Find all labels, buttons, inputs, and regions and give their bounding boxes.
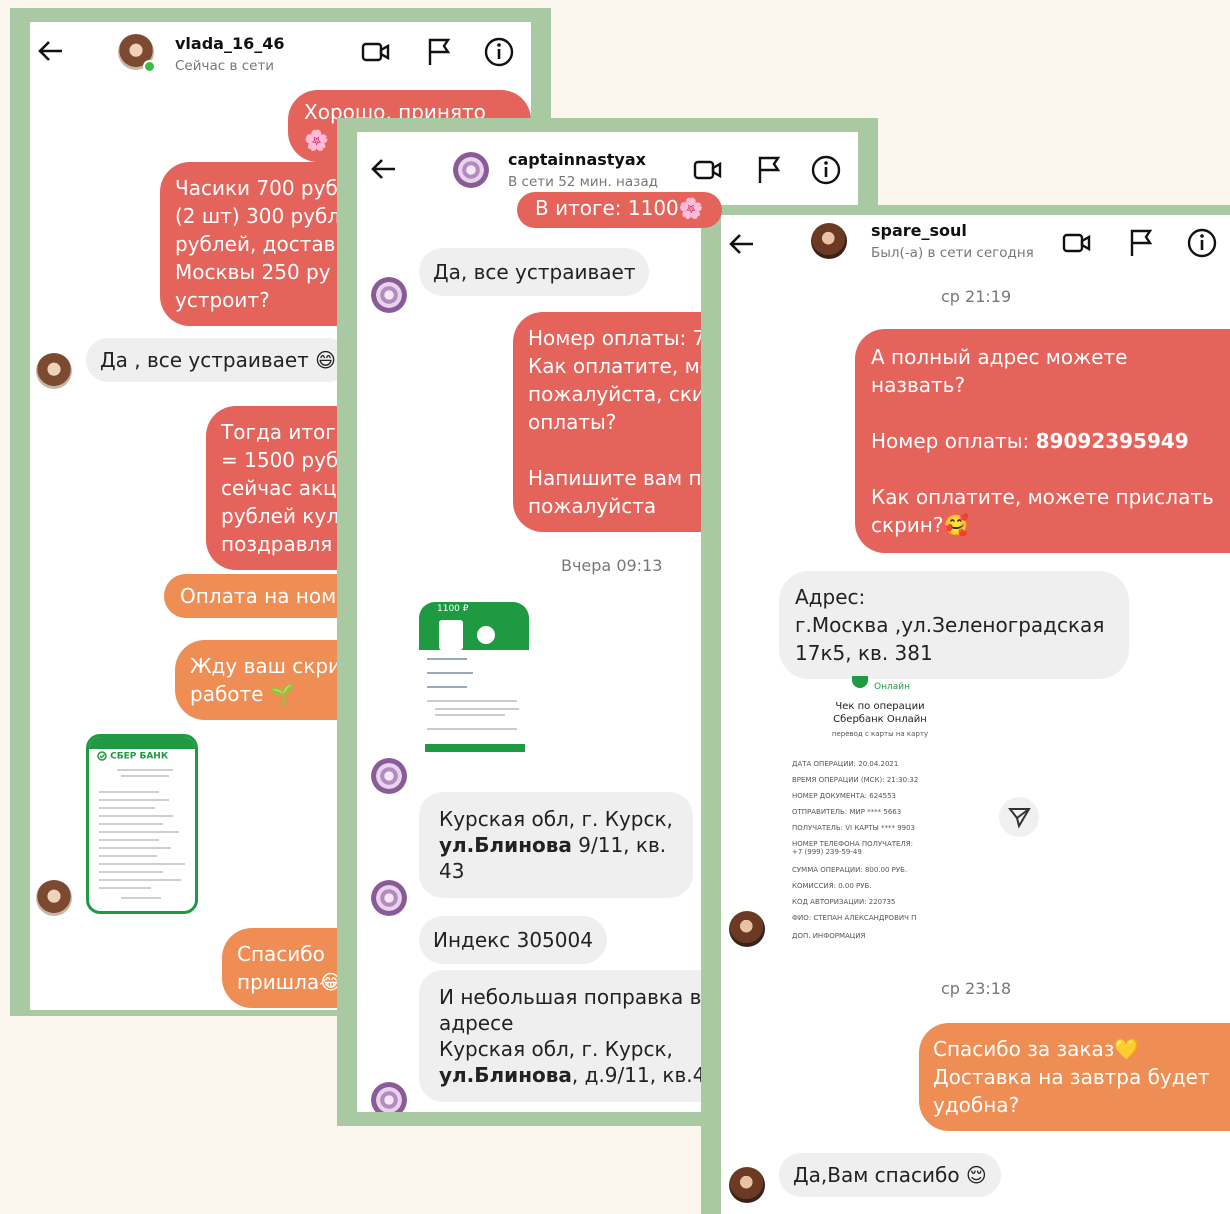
back-arrow-icon[interactable]: [34, 34, 68, 68]
chat-username[interactable]: vlada_16_46: [175, 34, 285, 53]
receipt-row: ОТПРАВИТЕЛЬ: МИР **** 5663: [792, 808, 902, 816]
timestamp: ср 23:18: [941, 979, 1012, 998]
receipt-row: +7 (999) 239-59-49: [792, 848, 862, 856]
message-received[interactable]: Индекс 305004: [419, 916, 607, 964]
receipt-row: КОМИССИЯ: 0.00 РУБ.: [792, 882, 872, 890]
check-circle-icon: [477, 626, 495, 644]
avatar: [36, 353, 72, 389]
chat-username[interactable]: captainnastyax: [508, 150, 646, 169]
avatar: [371, 1082, 407, 1112]
receipt-row: ДАТА ОПЕРАЦИИ: 20.04.2021: [792, 760, 899, 768]
video-call-icon[interactable]: [692, 154, 724, 186]
message-sent[interactable]: Спасибо за заказ💛 Доставка на завтра буд…: [919, 1023, 1230, 1131]
payment-screenshot[interactable]: 1100 ₽: [419, 602, 529, 752]
avatar[interactable]: [453, 152, 489, 188]
info-icon[interactable]: [1186, 227, 1218, 259]
avatar: [729, 1167, 765, 1203]
avatar[interactable]: [811, 223, 847, 259]
avatar: [36, 880, 72, 916]
report-flag-icon[interactable]: [1125, 227, 1157, 259]
chat-header: captainnastyax В сети 52 мин. назад: [357, 132, 858, 192]
receipt-row: НОМЕР ДОКУМЕНТА: 624553: [792, 792, 896, 800]
receipt-brand: Онлайн: [874, 682, 910, 692]
chat-status: В сети 52 мин. назад: [508, 174, 658, 190]
avatar: [371, 758, 407, 794]
message-sent[interactable]: В итоге: 1100🌸: [517, 192, 722, 228]
message-received[interactable]: Курская обл, г. Курск, ул.Блинова 9/11, к…: [419, 792, 693, 898]
receipt-row: ФИО: СТЕПАН АЛЕКСАНДРОВИЧ П: [792, 914, 917, 922]
avatar: [371, 880, 407, 916]
info-icon[interactable]: [483, 36, 515, 68]
receipt-row: ВРЕМЯ ОПЕРАЦИИ (МСК): 21:30:32: [792, 776, 919, 784]
chat-status: Был(-а) в сети сегодня: [871, 245, 1034, 261]
message-sent[interactable]: А полный адрес можете назвать? Номер опла…: [855, 329, 1230, 553]
message-received[interactable]: Да , все устраивает 😄: [86, 338, 351, 382]
report-flag-icon[interactable]: [753, 154, 785, 186]
receipt-subtitle: перевод с карты на карту: [831, 730, 929, 738]
report-flag-icon[interactable]: [423, 36, 455, 68]
receipt-image[interactable]: Онлайн Чек по операции Сбербанк Онлайн п…: [779, 676, 985, 943]
chat-header: vlada_16_46 Сейчас в сети: [30, 22, 531, 88]
chat-screen: spare_soul Был(-а) в сети сегодня ср 21:…: [721, 215, 1230, 1214]
info-icon[interactable]: [810, 154, 842, 186]
timestamp: Вчера 09:13: [561, 556, 663, 575]
sberbank-logo: СБЕР БАНК: [97, 751, 168, 762]
receipt-row: ПОЛУЧАТЕЛЬ: VI КАРТЫ **** 9903: [792, 824, 916, 832]
receipt-image[interactable]: СБЕР БАНК: [86, 734, 198, 914]
receipt-row: КОД АВТОРИЗАЦИИ: 220735: [792, 898, 896, 906]
chat-username[interactable]: spare_soul: [871, 221, 967, 240]
avatar: [371, 277, 407, 313]
timestamp: ср 21:19: [941, 287, 1012, 306]
receipt-row: НОМЕР ТЕЛЕФОНА ПОЛУЧАТЕЛЯ:: [792, 840, 913, 848]
receipt-row: ДОП. ИНФОРМАЦИЯ: [792, 932, 866, 940]
chat-status: Сейчас в сети: [175, 58, 275, 74]
receipt-amount: 1100 ₽: [437, 604, 469, 614]
receipt-row: СУММА ОПЕРАЦИИ: 800.00 РУБ.: [792, 866, 908, 874]
back-arrow-icon[interactable]: [725, 227, 759, 261]
chat-panel-spare-soul: spare_soul Был(-а) в сети сегодня ср 21:…: [701, 205, 1230, 1214]
message-received[interactable]: Да,Вам спасибо 😌: [779, 1153, 1001, 1197]
back-arrow-icon[interactable]: [367, 152, 401, 186]
message-received[interactable]: Адрес: г.Москва ,ул.Зеленоградская 17к5,…: [779, 571, 1129, 679]
message-received[interactable]: Да, все устраивает: [419, 248, 650, 296]
chat-header: spare_soul Был(-а) в сети сегодня: [721, 215, 1230, 279]
share-send-icon[interactable]: [999, 797, 1039, 837]
receipt-title: Чек по операции Сбербанк Онлайн: [833, 701, 927, 725]
video-call-icon[interactable]: [360, 36, 392, 68]
online-indicator-icon: [143, 60, 156, 73]
avatar: [729, 911, 765, 947]
video-call-icon[interactable]: [1061, 227, 1093, 259]
